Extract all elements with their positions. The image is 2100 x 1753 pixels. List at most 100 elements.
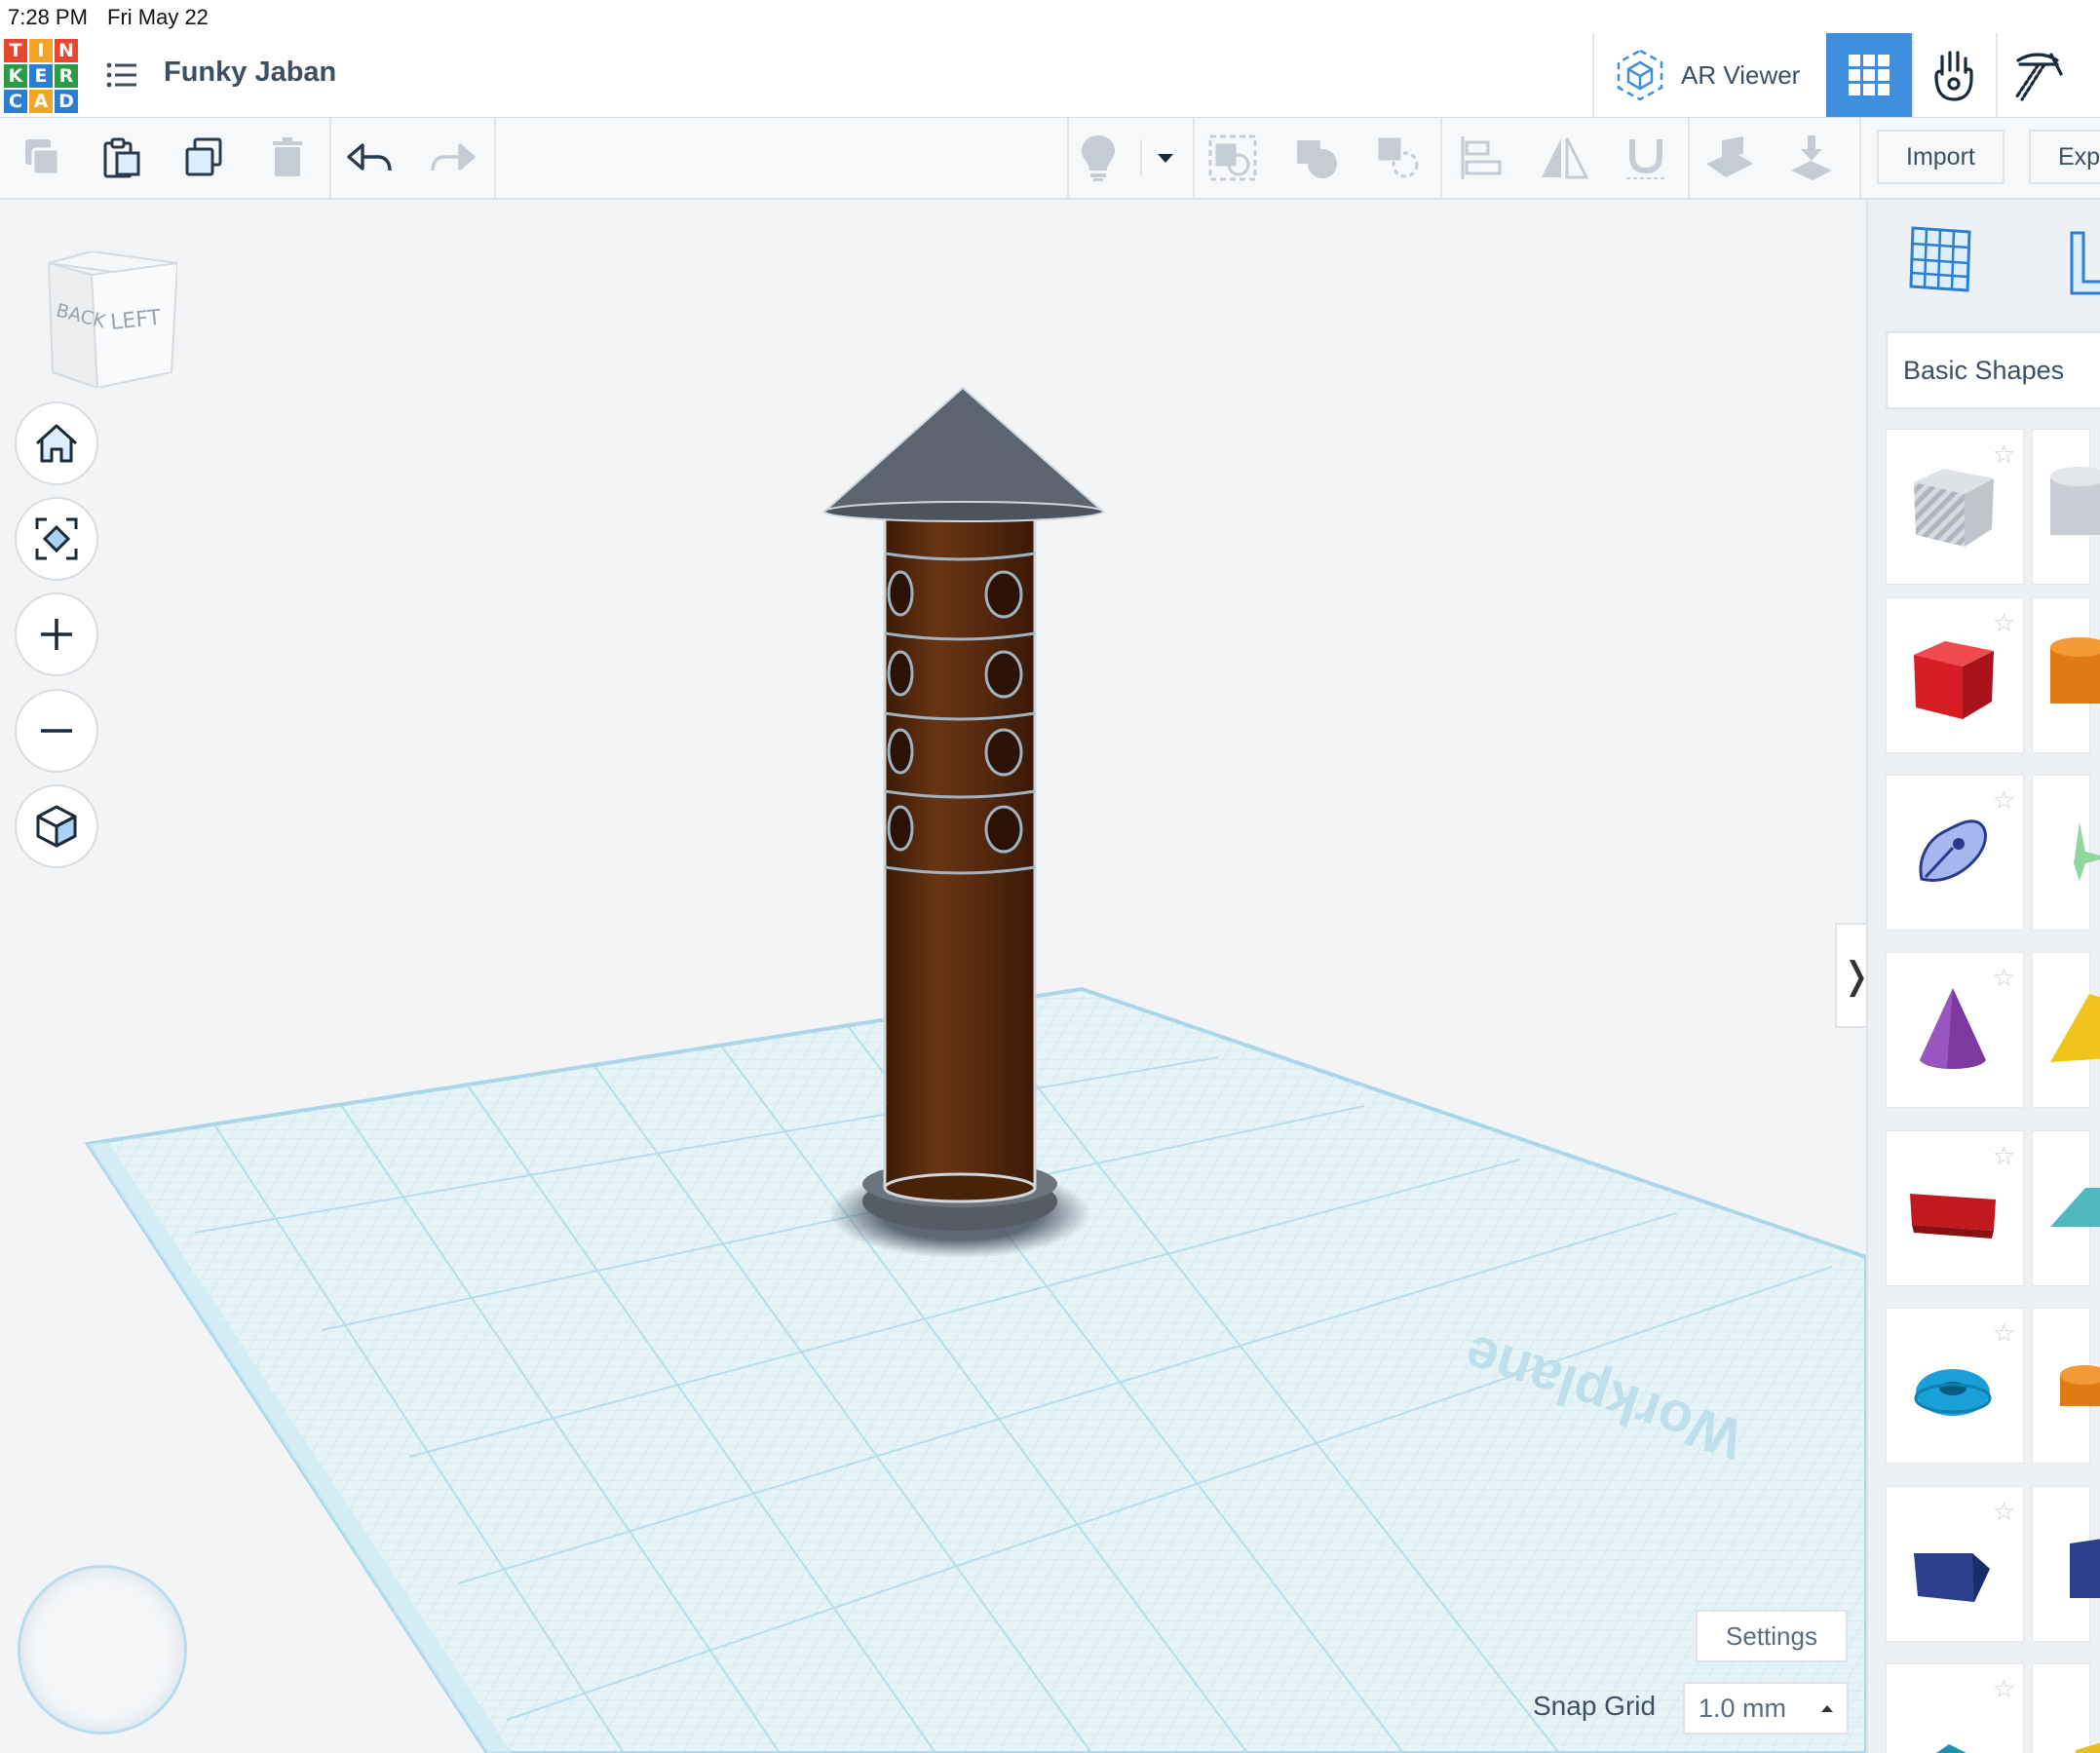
panel-tabs bbox=[1868, 200, 2100, 336]
import-button[interactable]: Import bbox=[1877, 130, 2005, 184]
design-list-icon[interactable] bbox=[105, 58, 138, 92]
shape-paraboloid[interactable] bbox=[2032, 1663, 2100, 1753]
bricks-button[interactable] bbox=[2003, 41, 2071, 109]
mirror-button[interactable] bbox=[1538, 132, 1590, 184]
group-button[interactable] bbox=[1206, 132, 1259, 184]
export-button[interactable]: Exp bbox=[2029, 130, 2100, 184]
import-label: Import bbox=[1906, 142, 1975, 171]
tower-roof[interactable] bbox=[821, 386, 1106, 522]
shape-scribble[interactable]: ☆ bbox=[1886, 775, 2024, 931]
box-hole-icon bbox=[1914, 469, 1994, 547]
shape-text[interactable]: ☆ bbox=[1886, 1130, 2024, 1286]
hole-icon bbox=[1378, 137, 1419, 178]
workplane-button[interactable] bbox=[1703, 132, 1756, 184]
paste-button[interactable] bbox=[95, 132, 148, 184]
view-cube[interactable]: BACK LEFT bbox=[43, 251, 177, 388]
box-icon bbox=[1914, 641, 1994, 719]
redo-icon bbox=[431, 143, 476, 171]
show-all-button[interactable] bbox=[1072, 132, 1125, 184]
shape-category-select[interactable]: Basic Shapes bbox=[1886, 331, 2100, 409]
shape-torus[interactable]: ☆ bbox=[1886, 1308, 2024, 1464]
logo-letter: E bbox=[29, 64, 53, 88]
shape-pyramid[interactable]: ☆ bbox=[1886, 1663, 2024, 1753]
navigation-joystick[interactable] bbox=[18, 1565, 187, 1734]
paraboloid-icon bbox=[2076, 1742, 2100, 1753]
hand-icon bbox=[1934, 51, 1973, 101]
settings-label: Settings bbox=[1726, 1620, 1817, 1651]
polygon-icon bbox=[2070, 1539, 2100, 1598]
home-view-button[interactable] bbox=[15, 401, 98, 485]
shape-tube[interactable] bbox=[2032, 1308, 2100, 1464]
mirror-icon bbox=[1542, 137, 1588, 179]
shape-box-hole[interactable]: ☆ bbox=[1886, 429, 2024, 585]
fit-selection-icon bbox=[35, 517, 78, 560]
settings-button[interactable]: Settings bbox=[1696, 1610, 1848, 1662]
duplicate-icon bbox=[185, 137, 222, 176]
duplicate-button[interactable] bbox=[177, 132, 230, 184]
cruise-button[interactable] bbox=[1620, 132, 1672, 184]
ar-viewer-button[interactable]: AR Viewer bbox=[1613, 45, 1800, 105]
shape-wedge[interactable]: ☆ bbox=[1886, 1486, 2024, 1642]
logo-letter: T bbox=[4, 39, 27, 62]
redo-button[interactable] bbox=[427, 132, 479, 184]
snap-grid-select[interactable]: 1.0 mm bbox=[1683, 1682, 1849, 1734]
ar-viewer-label: AR Viewer bbox=[1681, 59, 1801, 90]
logo-letter: C bbox=[4, 90, 27, 113]
star-shape-icon bbox=[2074, 822, 2100, 881]
cone-icon bbox=[1920, 988, 1986, 1069]
tube-icon bbox=[2060, 1365, 2100, 1406]
chevron-up-icon bbox=[1821, 1705, 1833, 1712]
ar-cube-icon bbox=[1617, 49, 1663, 101]
status-date: Fri May 22 bbox=[107, 5, 209, 29]
solid-button[interactable] bbox=[1290, 132, 1343, 184]
shape-cone[interactable]: ☆ bbox=[1886, 952, 2024, 1108]
shape-polygon[interactable] bbox=[2032, 1486, 2100, 1642]
shape-pyramid-yellow[interactable] bbox=[2032, 952, 2100, 1108]
ruler-icon[interactable] bbox=[2068, 229, 2100, 297]
tinkercad-logo[interactable]: T I N K E R C A D bbox=[4, 39, 78, 113]
status-bar: 7:28 PM Fri May 22 bbox=[0, 0, 2100, 33]
align-button[interactable] bbox=[1456, 132, 1508, 184]
logo-letter: K bbox=[4, 64, 27, 88]
logo-letter: I bbox=[29, 39, 53, 62]
shape-cylinder-hole[interactable] bbox=[2032, 429, 2100, 585]
codeblocks-button[interactable] bbox=[1920, 41, 1988, 109]
perspective-cube-icon bbox=[36, 805, 77, 848]
fit-view-button[interactable] bbox=[15, 497, 98, 581]
delete-button[interactable] bbox=[261, 132, 314, 184]
shape-box[interactable]: ☆ bbox=[1886, 597, 2024, 753]
snap-grid-value: 1.0 mm bbox=[1699, 1693, 1787, 1723]
shape-roof[interactable] bbox=[2032, 1130, 2100, 1286]
color-dropdown[interactable] bbox=[1142, 132, 1189, 184]
copy-button[interactable] bbox=[16, 132, 68, 184]
text-shape-icon bbox=[1910, 1194, 1996, 1239]
home-icon bbox=[35, 424, 78, 463]
pyramid-icon bbox=[1936, 1744, 1966, 1753]
torus-icon bbox=[1914, 1369, 1992, 1416]
snap-grid-label: Snap Grid bbox=[1533, 1691, 1657, 1721]
tower-body[interactable] bbox=[883, 508, 1037, 1203]
edit-toolbar: Import Exp bbox=[0, 118, 2100, 200]
shape-star[interactable] bbox=[2032, 775, 2100, 931]
copy-icon bbox=[25, 139, 60, 176]
top-bar: T I N K E R C A D Funky Jaban AR Viewer bbox=[0, 33, 2100, 119]
workplane-scene[interactable]: Workplane bbox=[0, 200, 1866, 1753]
3d-design-view-button[interactable] bbox=[1826, 33, 1912, 117]
ruler-button[interactable] bbox=[1785, 132, 1838, 184]
orthographic-view-button[interactable] bbox=[15, 784, 98, 868]
dropdown-caret-icon bbox=[1158, 154, 1173, 163]
yellow-pyramid-icon bbox=[2050, 994, 2100, 1062]
hole-button[interactable] bbox=[1372, 132, 1425, 184]
align-icon bbox=[1461, 136, 1502, 179]
3d-viewport[interactable]: Workplane BACK LEFT Settings Snap Grid 1… bbox=[0, 200, 1876, 1753]
zoom-out-button[interactable] bbox=[15, 689, 98, 773]
shape-cylinder[interactable] bbox=[2032, 597, 2100, 753]
grid-workplane-icon[interactable] bbox=[1907, 224, 1975, 294]
shape-category-label: Basic Shapes bbox=[1903, 355, 2065, 385]
cylinder-hole-icon bbox=[2050, 467, 2100, 535]
shapes-panel: Basic Shapes ☆ ☆ ☆ ☆ ☆ ☆ ☆ ☆ bbox=[1866, 200, 2100, 1753]
zoom-in-button[interactable] bbox=[15, 592, 98, 676]
undo-button[interactable] bbox=[343, 132, 396, 184]
design-title[interactable]: Funky Jaban bbox=[164, 57, 336, 89]
ruler-drop-icon bbox=[1791, 135, 1832, 180]
